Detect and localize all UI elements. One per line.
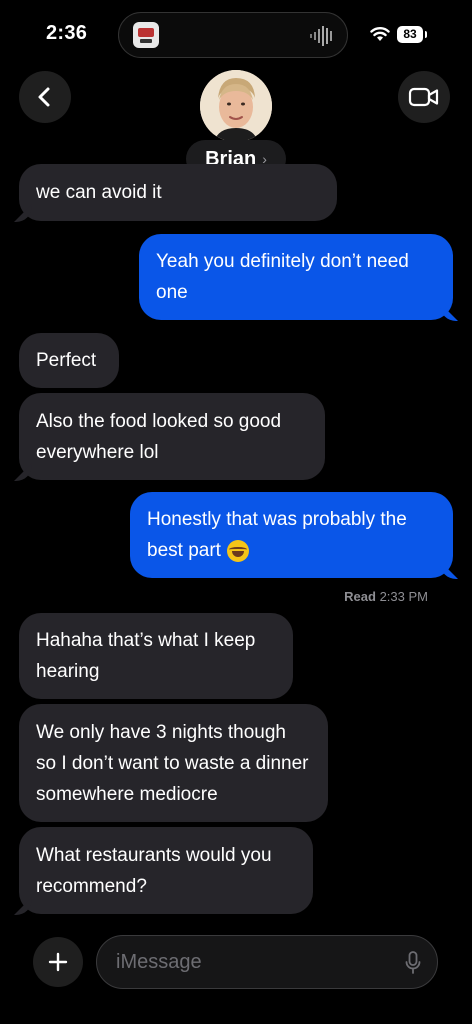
laughing-emoji-icon bbox=[226, 539, 249, 562]
back-button[interactable] bbox=[19, 71, 71, 123]
message-bubble-outgoing[interactable]: Honestly that was probably the best part bbox=[130, 492, 453, 578]
wifi-icon bbox=[370, 27, 390, 41]
dynamic-island[interactable] bbox=[118, 12, 348, 58]
facetime-video-button[interactable] bbox=[398, 71, 450, 123]
message-bubble-incoming[interactable]: What restaurants would you recommend? bbox=[19, 827, 313, 914]
message-bubble-incoming[interactable]: We only have 3 nights though so I don’t … bbox=[19, 704, 328, 822]
message-text: What restaurants would you recommend? bbox=[36, 844, 272, 897]
message-text: Honestly that was probably the best part bbox=[147, 509, 407, 562]
message-input[interactable]: iMessage bbox=[96, 935, 438, 989]
message-text: Also the food looked so good everywhere … bbox=[36, 410, 282, 463]
message-text: we can avoid it bbox=[36, 182, 162, 203]
plus-icon bbox=[48, 952, 68, 972]
message-bubble-incoming[interactable]: Hahaha that’s what I keep hearing bbox=[19, 613, 293, 699]
now-playing-app-icon bbox=[133, 22, 159, 48]
message-bubble-outgoing[interactable]: Yeah you definitely don’t need one bbox=[139, 234, 453, 320]
status-bar: 2:36 83 bbox=[0, 0, 472, 70]
video-camera-icon bbox=[408, 87, 439, 107]
audio-waveform-icon bbox=[310, 26, 332, 46]
microphone-icon[interactable] bbox=[405, 951, 421, 975]
contact-photo bbox=[200, 70, 272, 142]
message-text: Yeah you definitely don’t need one bbox=[156, 251, 409, 303]
message-input-placeholder: iMessage bbox=[116, 951, 202, 973]
apps-plus-button[interactable] bbox=[33, 937, 83, 987]
message-text: Perfect bbox=[36, 350, 97, 371]
contact-avatar[interactable] bbox=[200, 70, 272, 142]
message-text: Hahaha that’s what I keep hearing bbox=[36, 630, 256, 682]
message-bubble-incoming[interactable]: Also the food looked so good everywhere … bbox=[19, 393, 325, 480]
battery-indicator: 83 bbox=[397, 26, 427, 43]
message-bubble-incoming[interactable]: Perfect bbox=[19, 333, 119, 388]
read-receipt: Read 2:33 PM bbox=[344, 589, 428, 604]
message-text: We only have 3 nights though so I don’t … bbox=[36, 721, 309, 805]
status-time: 2:36 bbox=[46, 22, 88, 44]
chevron-left-icon bbox=[38, 87, 50, 107]
message-bubble-incoming[interactable]: we can avoid it bbox=[19, 164, 337, 221]
